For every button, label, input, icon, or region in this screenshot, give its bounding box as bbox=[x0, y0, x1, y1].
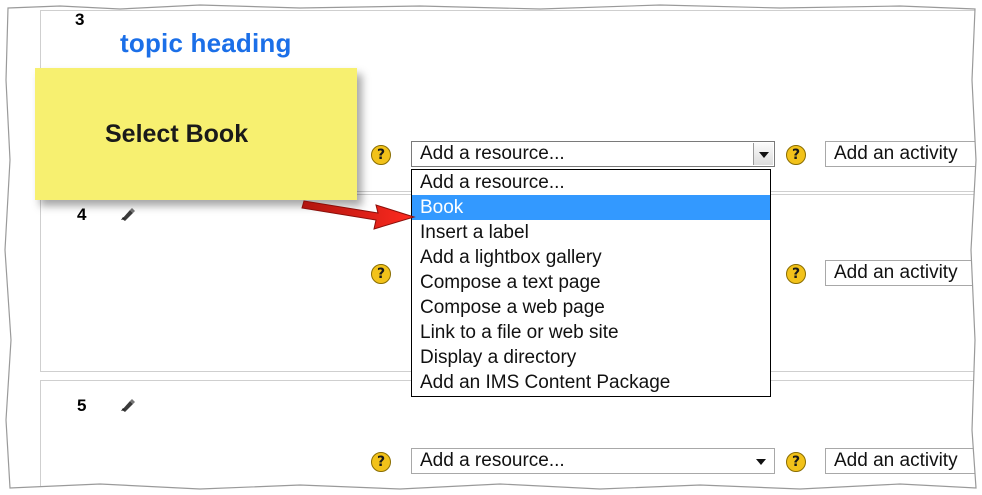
help-icon[interactable]: ? bbox=[371, 452, 391, 472]
arrow-icon bbox=[301, 200, 416, 230]
dropdown-option[interactable]: Compose a text page bbox=[412, 270, 770, 295]
add-activity-select[interactable]: Add an activity bbox=[825, 260, 982, 286]
callout-note: Select Book bbox=[35, 68, 357, 200]
add-resource-select[interactable]: Add a resource... bbox=[411, 141, 775, 167]
dropdown-option[interactable]: Display a directory bbox=[412, 345, 770, 370]
add-resource-select[interactable]: Add a resource... bbox=[411, 448, 775, 474]
dropdown-option[interactable]: Add an IMS Content Package bbox=[412, 370, 770, 395]
add-activity-select[interactable]: Add an activity bbox=[825, 141, 982, 167]
dropdown-option[interactable]: Compose a web page bbox=[412, 295, 770, 320]
select-value: Add an activity bbox=[834, 143, 958, 164]
callout-text: Select Book bbox=[105, 120, 249, 148]
select-value: Add an activity bbox=[834, 262, 958, 283]
help-icon[interactable]: ? bbox=[786, 452, 806, 472]
topic-heading[interactable]: topic heading bbox=[120, 28, 292, 59]
help-icon[interactable]: ? bbox=[371, 145, 391, 165]
edit-icon[interactable] bbox=[120, 398, 136, 412]
select-value: Add an activity bbox=[834, 450, 958, 471]
section-number: 5 bbox=[77, 396, 87, 415]
dropdown-option-selected[interactable]: Book bbox=[412, 195, 770, 220]
edit-icon[interactable] bbox=[120, 207, 136, 221]
dropdown-option[interactable]: Link to a file or web site bbox=[412, 320, 770, 345]
dropdown-option[interactable]: Insert a label bbox=[412, 220, 770, 245]
screenshot-frame: 3 topic heading 4 5 ? Add a resource... … bbox=[0, 0, 982, 495]
dropdown-option[interactable]: Add a resource... bbox=[412, 170, 770, 195]
resource-dropdown-list[interactable]: Add a resource... Book Insert a label Ad… bbox=[411, 169, 771, 397]
help-icon[interactable]: ? bbox=[786, 145, 806, 165]
select-value: Add a resource... bbox=[420, 143, 565, 164]
chevron-down-icon[interactable] bbox=[756, 459, 766, 465]
section-number: 4 bbox=[77, 205, 87, 224]
chevron-down-icon[interactable] bbox=[753, 143, 773, 165]
help-icon[interactable]: ? bbox=[786, 264, 806, 284]
help-icon[interactable]: ? bbox=[371, 264, 391, 284]
section-number: 3 bbox=[75, 10, 85, 29]
add-activity-select[interactable]: Add an activity bbox=[825, 448, 982, 474]
select-value: Add a resource... bbox=[420, 450, 565, 471]
dropdown-option[interactable]: Add a lightbox gallery bbox=[412, 245, 770, 270]
